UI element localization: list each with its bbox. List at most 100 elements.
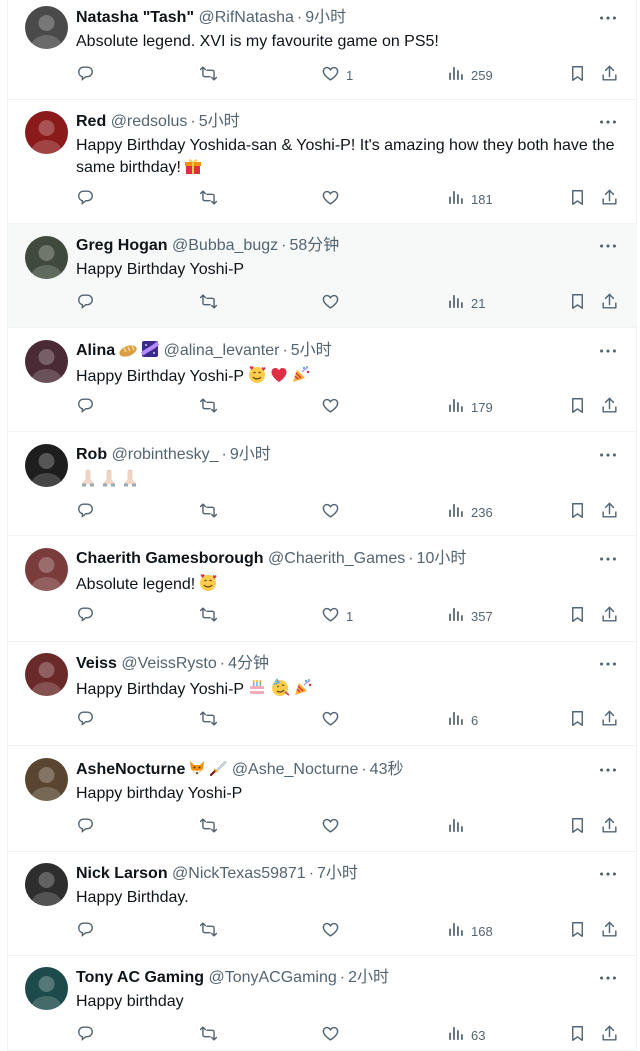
timestamp[interactable]: 5小时: [291, 342, 332, 359]
views-button[interactable]: 6: [446, 710, 478, 732]
like-button[interactable]: [321, 293, 346, 315]
views-button[interactable]: 168: [446, 921, 493, 943]
bookmark-button[interactable]: [568, 1025, 587, 1047]
author-name[interactable]: Alina: [76, 342, 115, 359]
avatar[interactable]: [25, 548, 68, 591]
share-button[interactable]: [600, 921, 619, 943]
author-handle[interactable]: @alina_levanter: [164, 342, 280, 359]
bookmark-button[interactable]: [568, 397, 587, 419]
avatar[interactable]: [25, 967, 68, 1010]
author-handle[interactable]: @Chaerith_Games: [268, 550, 405, 567]
author-handle[interactable]: @VeissRysto: [121, 655, 216, 672]
bookmark-button[interactable]: [568, 65, 587, 87]
author-handle[interactable]: @Ashe_Nocturne: [232, 761, 359, 778]
more-icon[interactable]: [597, 444, 619, 466]
bookmark-button[interactable]: [568, 502, 587, 524]
views-button[interactable]: [446, 817, 471, 839]
bookmark-button[interactable]: [568, 606, 587, 628]
retweet-button[interactable]: [199, 817, 218, 839]
avatar[interactable]: [25, 863, 68, 906]
reply-button[interactable]: [76, 397, 95, 419]
like-button[interactable]: [321, 502, 346, 524]
reply-button[interactable]: [76, 189, 95, 211]
timestamp[interactable]: 9小时: [305, 9, 346, 26]
share-button[interactable]: [600, 710, 619, 732]
avatar[interactable]: [25, 653, 68, 696]
bookmark-button[interactable]: [568, 189, 587, 211]
share-button[interactable]: [600, 1025, 619, 1047]
author-handle[interactable]: @NickTexas59871: [172, 865, 306, 882]
author-name[interactable]: Chaerith Gamesborough: [76, 550, 264, 567]
more-icon[interactable]: [597, 759, 619, 781]
like-button[interactable]: [321, 189, 346, 211]
more-icon[interactable]: [597, 7, 619, 29]
like-button[interactable]: [321, 710, 346, 732]
timestamp[interactable]: 4分钟: [228, 655, 269, 672]
retweet-button[interactable]: [199, 1025, 218, 1047]
reply-button[interactable]: [76, 710, 95, 732]
retweet-button[interactable]: [199, 502, 218, 524]
timestamp[interactable]: 2小时: [348, 969, 389, 986]
reply-button[interactable]: [76, 293, 95, 315]
author-handle[interactable]: @Bubba_bugz: [172, 237, 278, 254]
reply-button[interactable]: [76, 65, 95, 87]
avatar[interactable]: [25, 236, 68, 279]
retweet-button[interactable]: [199, 397, 218, 419]
author-name[interactable]: Veiss: [76, 655, 117, 672]
bookmark-button[interactable]: [568, 710, 587, 732]
share-button[interactable]: [600, 397, 619, 419]
like-button[interactable]: [321, 921, 346, 943]
views-button[interactable]: 236: [446, 502, 493, 524]
retweet-button[interactable]: [199, 65, 218, 87]
share-button[interactable]: [600, 606, 619, 628]
share-button[interactable]: [600, 293, 619, 315]
like-button[interactable]: 1: [321, 65, 353, 87]
author-name[interactable]: Tony AC Gaming: [76, 969, 204, 986]
reply-button[interactable]: [76, 1025, 95, 1047]
more-icon[interactable]: [597, 548, 619, 570]
timestamp[interactable]: 7小时: [317, 865, 358, 882]
like-button[interactable]: [321, 397, 346, 419]
share-button[interactable]: [600, 65, 619, 87]
timestamp[interactable]: 43秒: [370, 761, 404, 778]
like-button[interactable]: 1: [321, 606, 353, 628]
avatar[interactable]: [25, 6, 68, 49]
retweet-button[interactable]: [199, 710, 218, 732]
author-name[interactable]: Nick Larson: [76, 865, 168, 882]
more-icon[interactable]: [597, 235, 619, 257]
timestamp[interactable]: 5小时: [199, 113, 240, 130]
share-button[interactable]: [600, 189, 619, 211]
views-button[interactable]: 179: [446, 397, 493, 419]
author-name[interactable]: Rob: [76, 446, 107, 463]
views-button[interactable]: 181: [446, 189, 493, 211]
author-handle[interactable]: @TonyACGaming: [208, 969, 336, 986]
more-icon[interactable]: [597, 340, 619, 362]
like-button[interactable]: [321, 1025, 346, 1047]
timestamp[interactable]: 58分钟: [289, 237, 339, 254]
avatar[interactable]: [25, 444, 68, 487]
author-name[interactable]: Greg Hogan: [76, 237, 168, 254]
reply-button[interactable]: [76, 921, 95, 943]
retweet-button[interactable]: [199, 606, 218, 628]
views-button[interactable]: 357: [446, 606, 493, 628]
views-button[interactable]: 63: [446, 1025, 485, 1047]
author-name[interactable]: Natasha "Tash": [76, 9, 194, 26]
avatar[interactable]: [25, 340, 68, 383]
reply-button[interactable]: [76, 502, 95, 524]
author-handle[interactable]: @RifNatasha: [198, 9, 293, 26]
reply-button[interactable]: [76, 606, 95, 628]
retweet-button[interactable]: [199, 921, 218, 943]
share-button[interactable]: [600, 817, 619, 839]
timestamp[interactable]: 10小时: [417, 550, 467, 567]
like-button[interactable]: [321, 817, 346, 839]
author-handle[interactable]: @redsolus: [111, 113, 188, 130]
more-icon[interactable]: [597, 653, 619, 675]
views-button[interactable]: 259: [446, 65, 493, 87]
retweet-button[interactable]: [199, 293, 218, 315]
share-button[interactable]: [600, 502, 619, 524]
bookmark-button[interactable]: [568, 921, 587, 943]
bookmark-button[interactable]: [568, 817, 587, 839]
author-name[interactable]: AsheNocturne: [76, 761, 185, 778]
more-icon[interactable]: [597, 863, 619, 885]
more-icon[interactable]: [597, 967, 619, 989]
